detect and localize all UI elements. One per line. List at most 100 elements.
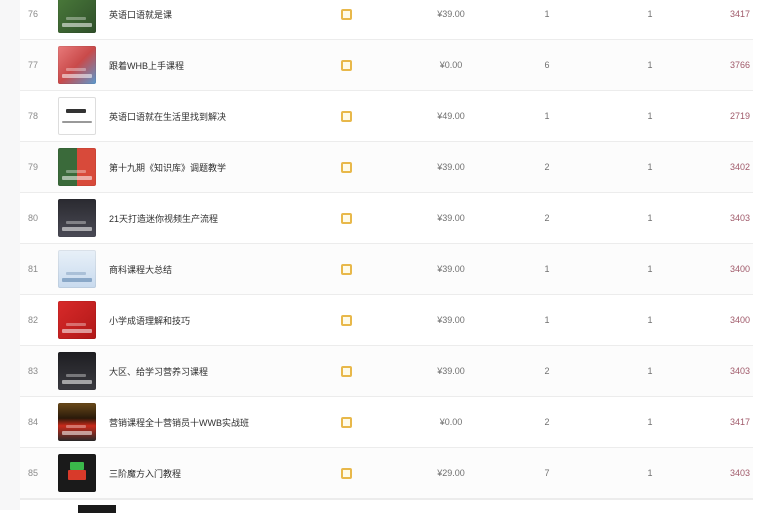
row-code: 3417 <box>729 9 750 19</box>
thumbnail-graphic <box>62 380 92 384</box>
course-title[interactable]: 商科课程大总结 <box>109 244 329 294</box>
row-checkbox[interactable] <box>340 416 352 428</box>
table-row[interactable]: 85 三阶魔方入门教程 ¥29.00 7 1 3403 <box>20 448 753 499</box>
checkbox-cell <box>336 397 356 447</box>
course-title[interactable]: 21天打造迷你视频生产流程 <box>109 193 329 243</box>
course-title[interactable]: 营销课程全十营销员十WWB实战班 <box>109 397 329 447</box>
course-thumbnail[interactable] <box>58 46 96 84</box>
row-checkbox[interactable] <box>340 314 352 326</box>
row-checkbox[interactable] <box>340 59 352 71</box>
thumbnail-graphic <box>62 329 92 333</box>
table-row[interactable]: 81 商科课程大总结 ¥39.00 1 1 3400 <box>20 244 753 295</box>
thumbnail-graphic <box>62 121 92 123</box>
row-number: 78 <box>28 111 39 121</box>
row-number: 82 <box>28 315 39 325</box>
course-thumbnail[interactable] <box>58 454 96 492</box>
thumbnail-graphic <box>66 425 86 428</box>
count-a: 1 <box>544 9 550 19</box>
course-thumbnail[interactable] <box>58 199 96 237</box>
thumbnail-cell <box>58 193 98 243</box>
checkbox-cell <box>336 346 356 396</box>
row-number: 83 <box>28 366 39 376</box>
thumbnail-cell <box>58 295 98 345</box>
row-number: 76 <box>28 9 39 19</box>
count-b: 1 <box>647 366 653 376</box>
count-b: 1 <box>647 111 653 121</box>
thumbnail-cell <box>58 40 98 90</box>
price: ¥39.00 <box>437 264 465 274</box>
thumbnail-graphic <box>66 68 86 71</box>
row-checkbox[interactable] <box>340 8 352 20</box>
course-title[interactable]: 英语口语就是课 <box>109 0 329 39</box>
count-a: 6 <box>544 60 550 70</box>
thumbnail-graphic <box>62 23 92 27</box>
course-thumbnail[interactable] <box>58 0 96 33</box>
row-checkbox[interactable] <box>340 365 352 377</box>
table-row[interactable]: 80 21天打造迷你视频生产流程 ¥39.00 2 1 3403 <box>20 193 753 244</box>
course-title[interactable]: 小学成语理解和技巧 <box>109 295 329 345</box>
course-title[interactable]: 英语口语就在生活里找到解决 <box>109 91 329 141</box>
course-thumbnail[interactable] <box>58 352 96 390</box>
price: ¥0.00 <box>439 417 463 427</box>
row-checkbox[interactable] <box>340 263 352 275</box>
row-checkbox[interactable] <box>340 467 352 479</box>
count-b: 1 <box>647 468 653 478</box>
checkbox-cell <box>336 295 356 345</box>
course-thumbnail[interactable] <box>58 97 96 135</box>
course-thumbnail <box>78 505 116 513</box>
course-thumbnail[interactable] <box>58 250 96 288</box>
checkbox-cell <box>336 40 356 90</box>
thumbnail-graphic <box>62 176 92 180</box>
price: ¥29.00 <box>437 468 465 478</box>
count-a: 1 <box>544 111 550 121</box>
count-a: 2 <box>544 417 550 427</box>
count-a: 2 <box>544 366 550 376</box>
price: ¥49.00 <box>437 111 465 121</box>
row-checkbox[interactable] <box>340 161 352 173</box>
checkbox-cell <box>336 244 356 294</box>
thumbnail-cell <box>58 91 98 141</box>
thumbnail-graphic <box>62 74 92 78</box>
table-row[interactable]: 78 英语口语就在生活里找到解决 ¥49.00 1 1 2719 <box>20 91 753 142</box>
thumbnail-graphic <box>66 109 86 113</box>
count-a: 1 <box>544 315 550 325</box>
row-checkbox[interactable] <box>340 212 352 224</box>
table-row[interactable]: 82 小学成语理解和技巧 ¥39.00 1 1 3400 <box>20 295 753 346</box>
course-title[interactable]: 第十九期《知识库》调题教学 <box>109 142 329 192</box>
count-b: 1 <box>647 213 653 223</box>
course-title[interactable]: 跟着WHB上手课程 <box>109 40 329 90</box>
price: ¥39.00 <box>437 9 465 19</box>
thumbnail-graphic <box>62 278 92 282</box>
count-b: 1 <box>647 315 653 325</box>
course-thumbnail[interactable] <box>58 148 96 186</box>
row-code: 3403 <box>729 213 750 223</box>
row-code: 3402 <box>729 162 750 172</box>
table-row[interactable]: 83 大区、给学习营养习课程 ¥39.00 2 1 3403 <box>20 346 753 397</box>
price: ¥39.00 <box>437 213 465 223</box>
row-checkbox[interactable] <box>340 110 352 122</box>
count-b: 1 <box>647 60 653 70</box>
table-row[interactable]: 77 跟着WHB上手课程 ¥0.00 6 1 3766 <box>20 40 753 91</box>
price: ¥39.00 <box>437 366 465 376</box>
course-table: 76 英语口语就是课 ¥39.00 1 1 3417 77 跟着WHB上手课程 … <box>20 0 753 499</box>
row-code: 3403 <box>729 366 750 376</box>
thumbnail-cell <box>58 448 98 498</box>
row-code: 3400 <box>729 315 750 325</box>
course-title[interactable]: 大区、给学习营养习课程 <box>109 346 329 396</box>
checkbox-cell <box>336 142 356 192</box>
thumbnail-cell <box>58 0 98 39</box>
checkbox-cell <box>336 0 356 39</box>
left-rail <box>0 0 20 510</box>
course-title[interactable]: 三阶魔方入门教程 <box>109 448 329 498</box>
thumbnail-graphic <box>66 170 86 173</box>
price: ¥39.00 <box>437 315 465 325</box>
table-row[interactable]: 76 英语口语就是课 ¥39.00 1 1 3417 <box>20 0 753 40</box>
thumbnail-graphic <box>62 431 92 435</box>
course-thumbnail[interactable] <box>58 301 96 339</box>
price: ¥0.00 <box>439 60 463 70</box>
count-b: 1 <box>647 417 653 427</box>
course-thumbnail[interactable] <box>58 403 96 441</box>
table-row[interactable]: 79 第十九期《知识库》调题教学 ¥39.00 2 1 3402 <box>20 142 753 193</box>
count-b: 1 <box>647 162 653 172</box>
table-row[interactable]: 84 营销课程全十营销员十WWB实战班 ¥0.00 2 1 3417 <box>20 397 753 448</box>
